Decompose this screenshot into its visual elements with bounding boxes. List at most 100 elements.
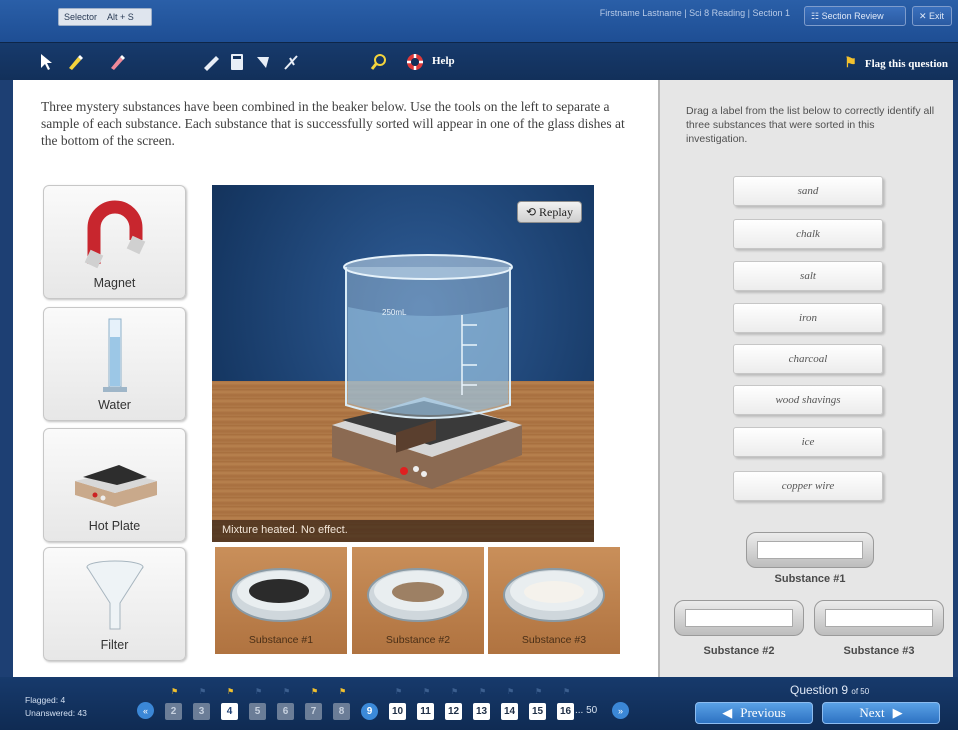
drop-slot [685, 609, 793, 627]
question-nav-4[interactable]: 4 [221, 703, 238, 720]
flag-marker-icon: ⚑ [451, 687, 459, 696]
simulation-status: Mixture heated. No effect. [212, 520, 594, 542]
question-nav-9-current[interactable]: 9 [361, 703, 378, 720]
page-back-icon[interactable]: « [137, 702, 154, 719]
question-nav-16[interactable]: 16 [557, 703, 574, 720]
filter-tool-button[interactable]: Filter [43, 547, 186, 661]
drop-slot [757, 541, 863, 559]
beaker-volume-mark: 250mL [382, 308, 407, 317]
question-nav-14[interactable]: 14 [501, 703, 518, 720]
label-option-wood-shavings[interactable]: wood shavings [733, 385, 883, 415]
flag-marker-icon: ⚑ [479, 687, 487, 696]
flag-marker-icon: ⚑ [395, 687, 403, 696]
label-option-salt[interactable]: salt [733, 261, 883, 291]
last-page-link[interactable]: 50 [586, 705, 597, 716]
pointer-icon[interactable] [36, 51, 58, 73]
exit-button[interactable]: ✕ Exit [912, 6, 952, 26]
previous-label: Previous [740, 705, 786, 720]
flag-marker-icon: ⚑ [255, 687, 263, 696]
section-review-label: Section Review [821, 11, 884, 21]
ruler-icon[interactable] [200, 51, 222, 73]
answer-eliminator-icon[interactable] [280, 51, 302, 73]
next-button[interactable]: Next ▶ [822, 702, 940, 724]
magnet-tool-button[interactable]: Magnet [43, 185, 186, 299]
question-nav-12[interactable]: 12 [445, 703, 462, 720]
highlighter-icon[interactable] [64, 51, 86, 73]
question-nav-7[interactable]: 7 [305, 703, 322, 720]
question-nav-15[interactable]: 15 [529, 703, 546, 720]
help-icon[interactable] [404, 51, 426, 73]
funnel-icon [44, 556, 185, 634]
magnet-icon [44, 194, 185, 272]
flag-question-button[interactable]: ⚑ Flag this question [844, 55, 948, 72]
drop-target-substance-1[interactable] [746, 532, 874, 568]
question-label: Question 9 [790, 683, 849, 697]
question-nav-11[interactable]: 11 [417, 703, 434, 720]
drop-target-2-label: Substance #2 [703, 645, 775, 657]
question-nav-6[interactable]: 6 [277, 703, 294, 720]
label-option-iron[interactable]: iron [733, 303, 883, 333]
magnifier-icon[interactable] [368, 51, 390, 73]
label-option-copper-wire[interactable]: copper wire [733, 471, 883, 501]
calculator-icon[interactable] [226, 51, 248, 73]
result-dish-1: Substance #1 [215, 547, 347, 654]
grid-icon: ☷ [811, 11, 822, 21]
flag-icon: ⚑ [844, 56, 857, 71]
flag-question-label: Flag this question [864, 57, 948, 70]
flag-marker-icon: ⚑ [339, 687, 347, 696]
flag-marker-icon: ⚑ [423, 687, 431, 696]
close-icon: ✕ [919, 11, 930, 21]
petri-dish-iron [230, 568, 332, 622]
question-nav-13[interactable]: 13 [473, 703, 490, 720]
hot-plate-tool-button[interactable]: Hot Plate [43, 428, 186, 542]
answer-instructions: Drag a label from the list below to corr… [686, 105, 935, 145]
question-nav-8[interactable]: 8 [333, 703, 350, 720]
flag-marker-icon: ⚑ [311, 687, 319, 696]
filter-tool-label: Filter [100, 638, 129, 652]
question-nav-10[interactable]: 10 [389, 703, 406, 720]
toolbar: Help ⚑ Flag this question [0, 42, 958, 80]
question-counts: Flagged: 4 Unanswered: 43 [25, 694, 87, 720]
label-option-ice[interactable]: ice [733, 427, 883, 457]
flag-marker-icon: ⚑ [563, 687, 571, 696]
hot-plate-icon [44, 437, 185, 515]
selector-button[interactable]: Selector Alt + S [58, 8, 152, 26]
question-nav-2[interactable]: 2 [165, 703, 182, 720]
flag-marker-icon: ⚑ [535, 687, 543, 696]
page-forward-icon[interactable]: » [612, 702, 629, 719]
drop-target-3-label: Substance #3 [843, 645, 915, 657]
result-dish-2-label: Substance #2 [385, 634, 451, 646]
replay-icon: ⟲ [525, 205, 539, 219]
hot-plate-tool-label: Hot Plate [88, 519, 141, 533]
question-instructions: Three mystery substances have been combi… [41, 99, 625, 148]
water-tool-button[interactable]: Water [43, 307, 186, 421]
question-nav-more[interactable]: ... 50 [575, 705, 597, 716]
flag-marker-icon: ⚑ [227, 687, 235, 696]
drop-target-substance-2[interactable] [674, 600, 804, 636]
drop-target-substance-3[interactable] [814, 600, 944, 636]
ellipsis-text: ... [575, 705, 584, 716]
unanswered-count: Unanswered: 43 [25, 708, 87, 718]
replay-button[interactable]: ⟲ Replay [516, 201, 582, 223]
section-review-button[interactable]: ☷ Section Review [804, 6, 906, 26]
result-dish-2: Substance #2 [352, 547, 484, 654]
magnet-tool-label: Magnet [93, 276, 136, 290]
petri-dish-sand [367, 568, 469, 622]
label-option-charcoal[interactable]: charcoal [733, 344, 883, 374]
previous-button[interactable]: ◀ Previous [695, 702, 813, 724]
flag-marker-icon: ⚑ [283, 687, 291, 696]
petri-dish-salt [503, 568, 605, 622]
help-label[interactable]: Help [432, 55, 455, 67]
result-dish-3: Substance #3 [488, 547, 620, 654]
label-option-sand[interactable]: sand [733, 176, 883, 206]
replay-label: Replay [539, 205, 573, 219]
simulation-scene: 250mL ⟲ Replay Mixture heated. No effect… [212, 185, 594, 542]
question-nav-5[interactable]: 5 [249, 703, 266, 720]
label-option-chalk[interactable]: chalk [733, 219, 883, 249]
result-dish-3-label: Substance #3 [521, 634, 587, 646]
eraser-icon[interactable] [106, 51, 128, 73]
question-nav-3[interactable]: 3 [193, 703, 210, 720]
line-reader-icon[interactable] [252, 51, 274, 73]
answer-panel: Drag a label from the list below to corr… [658, 80, 953, 677]
result-dish-1-label: Substance #1 [248, 634, 314, 646]
